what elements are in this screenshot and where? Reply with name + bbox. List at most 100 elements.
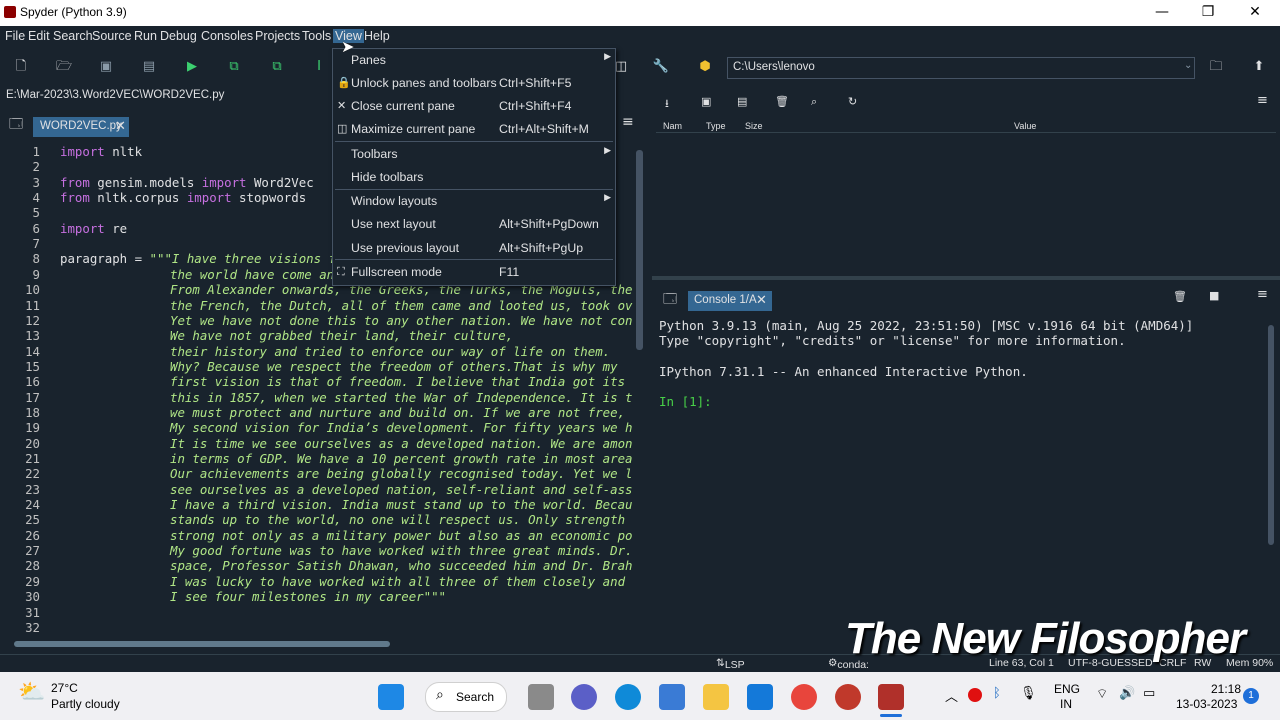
run-selection-icon[interactable]: I: [310, 58, 328, 76]
volume-icon[interactable]: 🔊: [1119, 686, 1135, 701]
view-menu-item-unlock[interactable]: 🔒 Unlock panes and toolbars Ctrl+Shift+F5: [333, 72, 615, 94]
editor-vertical-scrollbar[interactable]: [636, 150, 643, 350]
menu-search[interactable]: Search: [51, 29, 95, 43]
save-icon[interactable]: ▣: [97, 58, 115, 76]
maximize-window-icon[interactable]: ❐: [1185, 0, 1231, 26]
column-name[interactable]: Nam: [663, 121, 682, 131]
menu-debug[interactable]: Debug: [158, 29, 199, 43]
view-menu-item-next-layout[interactable]: Use next layout Alt+Shift+PgDown: [333, 213, 615, 235]
wifi-icon[interactable]: ⌔: [1096, 686, 1108, 702]
line-number: 5: [32, 205, 40, 221]
menu-consoles[interactable]: Consoles: [199, 29, 255, 43]
code-line: paragraph = """I have three visions f: [60, 251, 337, 266]
chrome-browser-icon[interactable]: [791, 684, 817, 710]
menu-file[interactable]: File: [3, 29, 27, 43]
open-file-icon[interactable]: 🗁: [55, 58, 73, 76]
channel-watermark: The New Filosopher: [845, 614, 1246, 663]
view-menu-item-close-pane[interactable]: ✕ Close current pane Ctrl+Shift+F4: [333, 95, 615, 117]
variable-options-icon[interactable]: ≡: [1257, 93, 1268, 108]
console-output[interactable]: Python 3.9.13 (main, Aug 25 2022, 23:51:…: [659, 318, 1269, 638]
weather-temperature[interactable]: 27°C: [51, 681, 78, 695]
console-scrollbar[interactable]: [1268, 325, 1274, 545]
remove-console-icon[interactable]: 🗑: [1173, 290, 1187, 303]
clock-time[interactable]: 21:18: [1211, 682, 1241, 696]
string-line: I see four milestones in my career""": [170, 589, 447, 605]
windows-start-icon[interactable]: [378, 684, 404, 710]
view-menu-item-previous-layout[interactable]: Use previous layout Alt+Shift+PgUp: [333, 237, 615, 259]
close-window-icon[interactable]: ✕: [1232, 0, 1278, 26]
bluetooth-icon[interactable]: ᛒ: [993, 686, 1001, 701]
notification-badge[interactable]: 1: [1243, 688, 1259, 704]
menu-projects[interactable]: Projects: [253, 29, 302, 43]
show-hidden-icons-icon[interactable]: ︿: [945, 686, 958, 705]
taskbar-search[interactable]: ⌕ Search: [425, 682, 507, 712]
spyder-taskbar-icon[interactable]: [878, 684, 904, 710]
recording-icon[interactable]: [968, 688, 982, 702]
run-icon[interactable]: ▶: [183, 58, 201, 76]
browse-directory-icon[interactable]: 🗀: [1207, 58, 1225, 76]
column-type[interactable]: Type: [706, 121, 726, 131]
new-file-icon[interactable]: 🗋: [12, 58, 30, 76]
parent-directory-icon[interactable]: ⬆: [1250, 58, 1268, 76]
file-explorer-icon[interactable]: [703, 684, 729, 710]
search-variables-icon[interactable]: ⌕: [811, 95, 817, 109]
import-data-icon[interactable]: ⭳: [665, 95, 669, 114]
string-line: first vision is that of freedom. I belie…: [170, 374, 626, 390]
menu-source[interactable]: Source: [90, 29, 134, 43]
remove-variables-icon[interactable]: 🗑: [775, 95, 789, 108]
menu-tools[interactable]: Tools: [300, 29, 333, 43]
edge-browser-icon[interactable]: [615, 684, 641, 710]
editor-tab-word2vec[interactable]: WORD2VEC.py ✕: [33, 117, 129, 137]
console-line: Type "copyright", "credits" or "license"…: [659, 333, 1126, 348]
view-menu-item-maximize-pane[interactable]: ◫ Maximize current pane Ctrl+Alt+Shift+M: [333, 118, 615, 140]
view-menu-item-fullscreen[interactable]: ⛶ Fullscreen mode F11: [333, 261, 615, 283]
dropdown-arrow-icon[interactable]: ⌄: [1184, 60, 1192, 71]
menu-help[interactable]: Help: [362, 29, 392, 43]
run-cell-advance-icon[interactable]: ⧉: [268, 58, 286, 76]
console-tab[interactable]: Console 1/A ✕: [688, 291, 772, 311]
teams-chat-icon[interactable]: [571, 684, 597, 710]
menu-run[interactable]: Run: [132, 29, 159, 43]
close-console-icon[interactable]: ✕: [756, 292, 767, 308]
column-size[interactable]: Size: [745, 121, 763, 131]
pane-splitter[interactable]: [652, 276, 1280, 280]
view-menu-item-toolbars[interactable]: Toolbars ▶: [333, 143, 615, 165]
view-menu-item-window-layouts[interactable]: Window layouts ▶: [333, 190, 615, 212]
browse-console-tabs-icon[interactable]: 🗔: [663, 290, 677, 312]
editor-horizontal-scrollbar[interactable]: [14, 641, 390, 647]
language-line2[interactable]: IN: [1060, 697, 1072, 711]
editor-options-icon[interactable]: ≡: [622, 114, 634, 130]
view-menu-item-panes[interactable]: Panes ▶: [333, 49, 615, 71]
run-cell-icon[interactable]: ⧉: [225, 58, 243, 76]
python-path-icon[interactable]: ⬢: [696, 58, 714, 76]
weather-icon[interactable]: ⛅: [18, 680, 45, 705]
microsoft-store-icon[interactable]: [659, 684, 685, 710]
menu-edit[interactable]: Edit: [26, 29, 52, 43]
save-data-as-icon[interactable]: ▤: [737, 95, 747, 108]
minimize-icon[interactable]: —: [1139, 0, 1185, 26]
browse-tabs-icon[interactable]: 🗔: [9, 115, 23, 137]
submenu-arrow-icon: ▶: [604, 193, 611, 203]
column-value[interactable]: Value: [1014, 121, 1036, 131]
weather-description[interactable]: Partly cloudy: [51, 697, 120, 711]
close-tab-icon[interactable]: ✕: [115, 118, 126, 134]
refresh-icon[interactable]: ↻: [848, 95, 857, 108]
stop-kernel-icon[interactable]: ■: [1209, 289, 1219, 302]
console-options-icon[interactable]: ≡: [1257, 287, 1268, 302]
task-view-icon[interactable]: [528, 684, 554, 710]
string-line: strong not only as a military power but …: [170, 527, 633, 543]
view-menu-item-hide-toolbars[interactable]: Hide toolbars: [333, 166, 615, 188]
microphone-icon[interactable]: 🎙: [1020, 686, 1037, 701]
preferences-icon[interactable]: 🔧: [652, 58, 670, 76]
clock-date[interactable]: 13-03-2023: [1176, 697, 1237, 711]
battery-icon[interactable]: ▭: [1143, 686, 1155, 701]
view-menu-dropdown: Panes ▶ 🔒 Unlock panes and toolbars Ctrl+S…: [332, 48, 616, 286]
line-number: 25: [25, 512, 40, 528]
screen-recorder-icon[interactable]: [835, 684, 861, 710]
save-data-icon[interactable]: ▣: [701, 95, 711, 108]
working-directory-input[interactable]: C:\Users\lenovo ⌄: [727, 57, 1195, 79]
language-line1[interactable]: ENG: [1054, 682, 1080, 696]
save-all-icon[interactable]: ▤: [140, 58, 158, 76]
mail-icon[interactable]: [747, 684, 773, 710]
line-number: 11: [25, 297, 40, 313]
